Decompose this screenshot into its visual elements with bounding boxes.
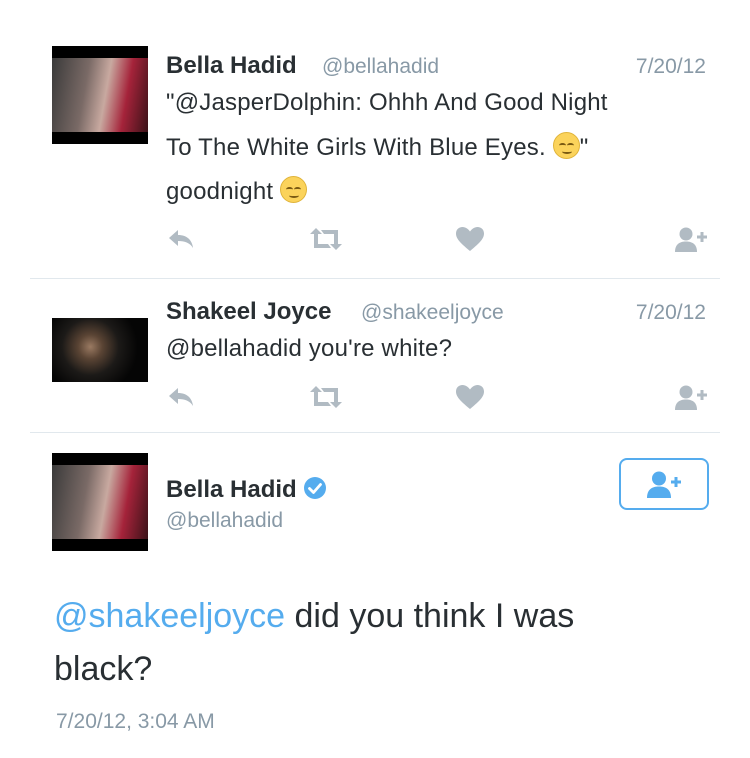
tweet-2[interactable]: Shakeel Joyce @shakeeljoyce 7/20/12 @bel…: [0, 279, 750, 432]
follow-user-icon[interactable]: [674, 384, 710, 412]
follow-user-icon[interactable]: [674, 226, 710, 254]
tweet-text-line: To The White Girls With Blue Eyes. ": [166, 132, 588, 162]
tweet-main-text-line-2: black?: [54, 650, 153, 688]
tweet-date[interactable]: 7/20/12: [636, 55, 706, 79]
tweet-date[interactable]: 7/20/12: [636, 301, 706, 325]
author-name[interactable]: Bella Hadid: [166, 52, 297, 80]
author-name[interactable]: Shakeel Joyce: [166, 298, 331, 326]
avatar[interactable]: [52, 453, 148, 551]
retweet-icon[interactable]: [306, 384, 346, 410]
tweet-text-line: "@JasperDolphin: Ohhh And Good Night: [166, 89, 608, 116]
author-handle[interactable]: @bellahadid: [166, 509, 283, 533]
tweet-timestamp[interactable]: 7/20/12, 3:04 AM: [56, 710, 215, 734]
tweet-actions: [0, 384, 750, 414]
verified-badge-icon: [303, 477, 326, 499]
relieved-face-emoji: [280, 176, 308, 203]
heart-icon[interactable]: [455, 384, 485, 410]
tweet-text-fragment: ": [579, 134, 589, 161]
follow-user-icon: [647, 471, 681, 498]
relieved-face-emoji: [552, 132, 580, 159]
avatar-photo: [52, 58, 148, 132]
author-name[interactable]: Bella Hadid: [166, 476, 297, 503]
follow-button[interactable]: [619, 458, 709, 510]
tweet-1[interactable]: Bella Hadid @bellahadid 7/20/12 "@Jasper…: [0, 0, 750, 278]
tweet-text-fragment: did you think I was: [285, 597, 575, 635]
tweet-main-text: @shakeeljoyce did you think I was: [54, 597, 574, 636]
heart-icon[interactable]: [455, 226, 485, 252]
mention-link[interactable]: @shakeeljoyce: [54, 597, 285, 635]
tweet-actions: [0, 226, 750, 256]
tweet-text-fragment: goodnight: [166, 178, 274, 205]
tweet-text-line: @bellahadid you're white?: [166, 335, 453, 362]
avatar-photo: [52, 318, 148, 382]
reply-icon[interactable]: [166, 226, 196, 252]
retweet-icon[interactable]: [306, 226, 346, 252]
tweet-text-line: goodnight: [166, 176, 308, 206]
avatar[interactable]: [52, 318, 148, 382]
avatar[interactable]: [52, 46, 148, 144]
reply-icon[interactable]: [166, 384, 196, 410]
tweet-text-fragment: To The White Girls With Blue Eyes.: [166, 134, 546, 161]
avatar-photo: [52, 465, 148, 539]
author-handle[interactable]: @shakeeljoyce: [361, 301, 504, 325]
author-handle[interactable]: @bellahadid: [322, 55, 439, 79]
author-name-row[interactable]: Bella Hadid: [166, 476, 327, 504]
